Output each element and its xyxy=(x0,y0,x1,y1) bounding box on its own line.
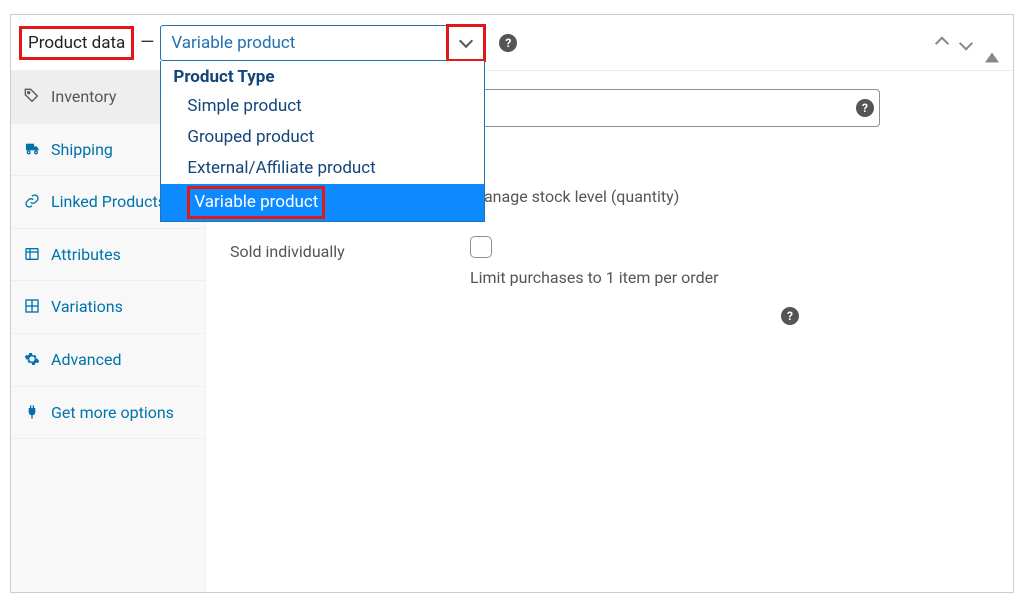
grid-icon xyxy=(23,298,41,314)
sidebar-item-label: Attributes xyxy=(51,244,121,266)
chevron-down-icon xyxy=(459,34,473,48)
sidebar-item-label: Get more options xyxy=(51,402,174,424)
dropdown-option-grouped[interactable]: Grouped product xyxy=(161,122,484,153)
selected-option-highlight: Variable product xyxy=(187,186,325,219)
select-value: Variable product xyxy=(171,33,295,53)
sidebar-item-get-more[interactable]: Get more options xyxy=(11,387,205,440)
sold-individually-label: Sold individually xyxy=(230,236,470,261)
sidebar-item-label: Advanced xyxy=(51,349,122,371)
help-icon[interactable]: ? xyxy=(499,34,517,52)
dropdown-option-simple[interactable]: Simple product xyxy=(161,91,484,122)
dropdown-header: Product Type xyxy=(161,61,484,91)
sku-input[interactable] xyxy=(470,89,880,127)
sidebar-item-advanced[interactable]: Advanced xyxy=(11,334,205,387)
manage-stock-desc: Manage stock level (quantity) xyxy=(470,187,989,206)
product-type-dropdown: Product Type Simple product Grouped prod… xyxy=(160,61,485,223)
dropdown-option-external[interactable]: External/Affiliate product xyxy=(161,153,484,184)
sidebar-item-attributes[interactable]: Attributes xyxy=(11,229,205,282)
gear-icon xyxy=(23,351,41,367)
truck-icon xyxy=(23,141,41,157)
product-type-select[interactable]: Variable product xyxy=(160,25,485,61)
product-data-panel: Product data — Variable product Product … xyxy=(10,14,1014,593)
sidebar-item-label: Inventory xyxy=(51,86,117,108)
sidebar-item-label: Linked Products xyxy=(51,191,166,213)
panel-title: Product data xyxy=(19,26,134,60)
header-controls xyxy=(937,33,999,52)
move-down-icon[interactable] xyxy=(961,33,971,52)
sidebar-item-variations[interactable]: Variations xyxy=(11,281,205,334)
sold-individually-row: Sold individually Limit purchases to 1 i… xyxy=(230,236,989,287)
sidebar-item-label: Variations xyxy=(51,296,123,318)
move-up-icon[interactable] xyxy=(937,33,947,52)
title-dash: — xyxy=(140,32,154,53)
list-icon xyxy=(23,246,41,262)
select-chevron-highlight xyxy=(446,24,486,62)
help-icon[interactable]: ? xyxy=(856,99,874,117)
sold-individually-checkbox[interactable] xyxy=(470,236,492,258)
sold-individually-desc: Limit purchases to 1 item per order xyxy=(470,268,989,287)
plug-icon xyxy=(23,404,41,420)
help-icon[interactable]: ? xyxy=(781,307,799,325)
product-type-select-wrap: Variable product Product Type Simple pro… xyxy=(160,25,485,61)
collapse-icon[interactable] xyxy=(985,33,999,52)
tag-icon xyxy=(23,88,41,104)
sidebar-item-label: Shipping xyxy=(51,139,113,161)
link-icon xyxy=(23,193,41,209)
dropdown-option-variable[interactable]: Variable product xyxy=(161,184,484,221)
panel-header: Product data — Variable product Product … xyxy=(11,15,1013,71)
